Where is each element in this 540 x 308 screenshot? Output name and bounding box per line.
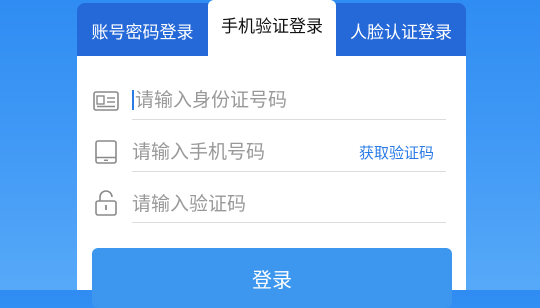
id-number-row bbox=[77, 76, 466, 128]
text-cursor bbox=[132, 90, 134, 110]
tab-phone-verification[interactable]: 手机验证登录 bbox=[208, 0, 336, 56]
tab-face-auth[interactable]: 人脸认证登录 bbox=[336, 3, 466, 56]
id-number-input[interactable] bbox=[135, 85, 335, 115]
id-card-icon bbox=[93, 88, 119, 114]
phone-input[interactable] bbox=[132, 137, 332, 167]
phone-underline bbox=[132, 171, 446, 172]
code-input[interactable] bbox=[132, 189, 332, 219]
login-button[interactable]: 登录 bbox=[92, 248, 452, 308]
id-number-underline bbox=[132, 119, 446, 120]
lock-icon bbox=[93, 190, 119, 216]
code-row bbox=[77, 180, 466, 232]
login-card: 账号密码登录 手机验证登录 人脸认证登录 请输入身份证号码 请输入手机号码 获取… bbox=[77, 0, 466, 308]
code-underline bbox=[132, 222, 446, 223]
phone-row: 获取验证码 bbox=[77, 128, 466, 180]
login-form: 获取验证码 登录 bbox=[77, 56, 466, 308]
login-tabs: 账号密码登录 手机验证登录 人脸认证登录 bbox=[77, 0, 466, 56]
tab-account-password[interactable]: 账号密码登录 bbox=[77, 3, 208, 56]
tablet-icon bbox=[93, 139, 119, 165]
get-code-button[interactable]: 获取验证码 bbox=[359, 142, 434, 163]
